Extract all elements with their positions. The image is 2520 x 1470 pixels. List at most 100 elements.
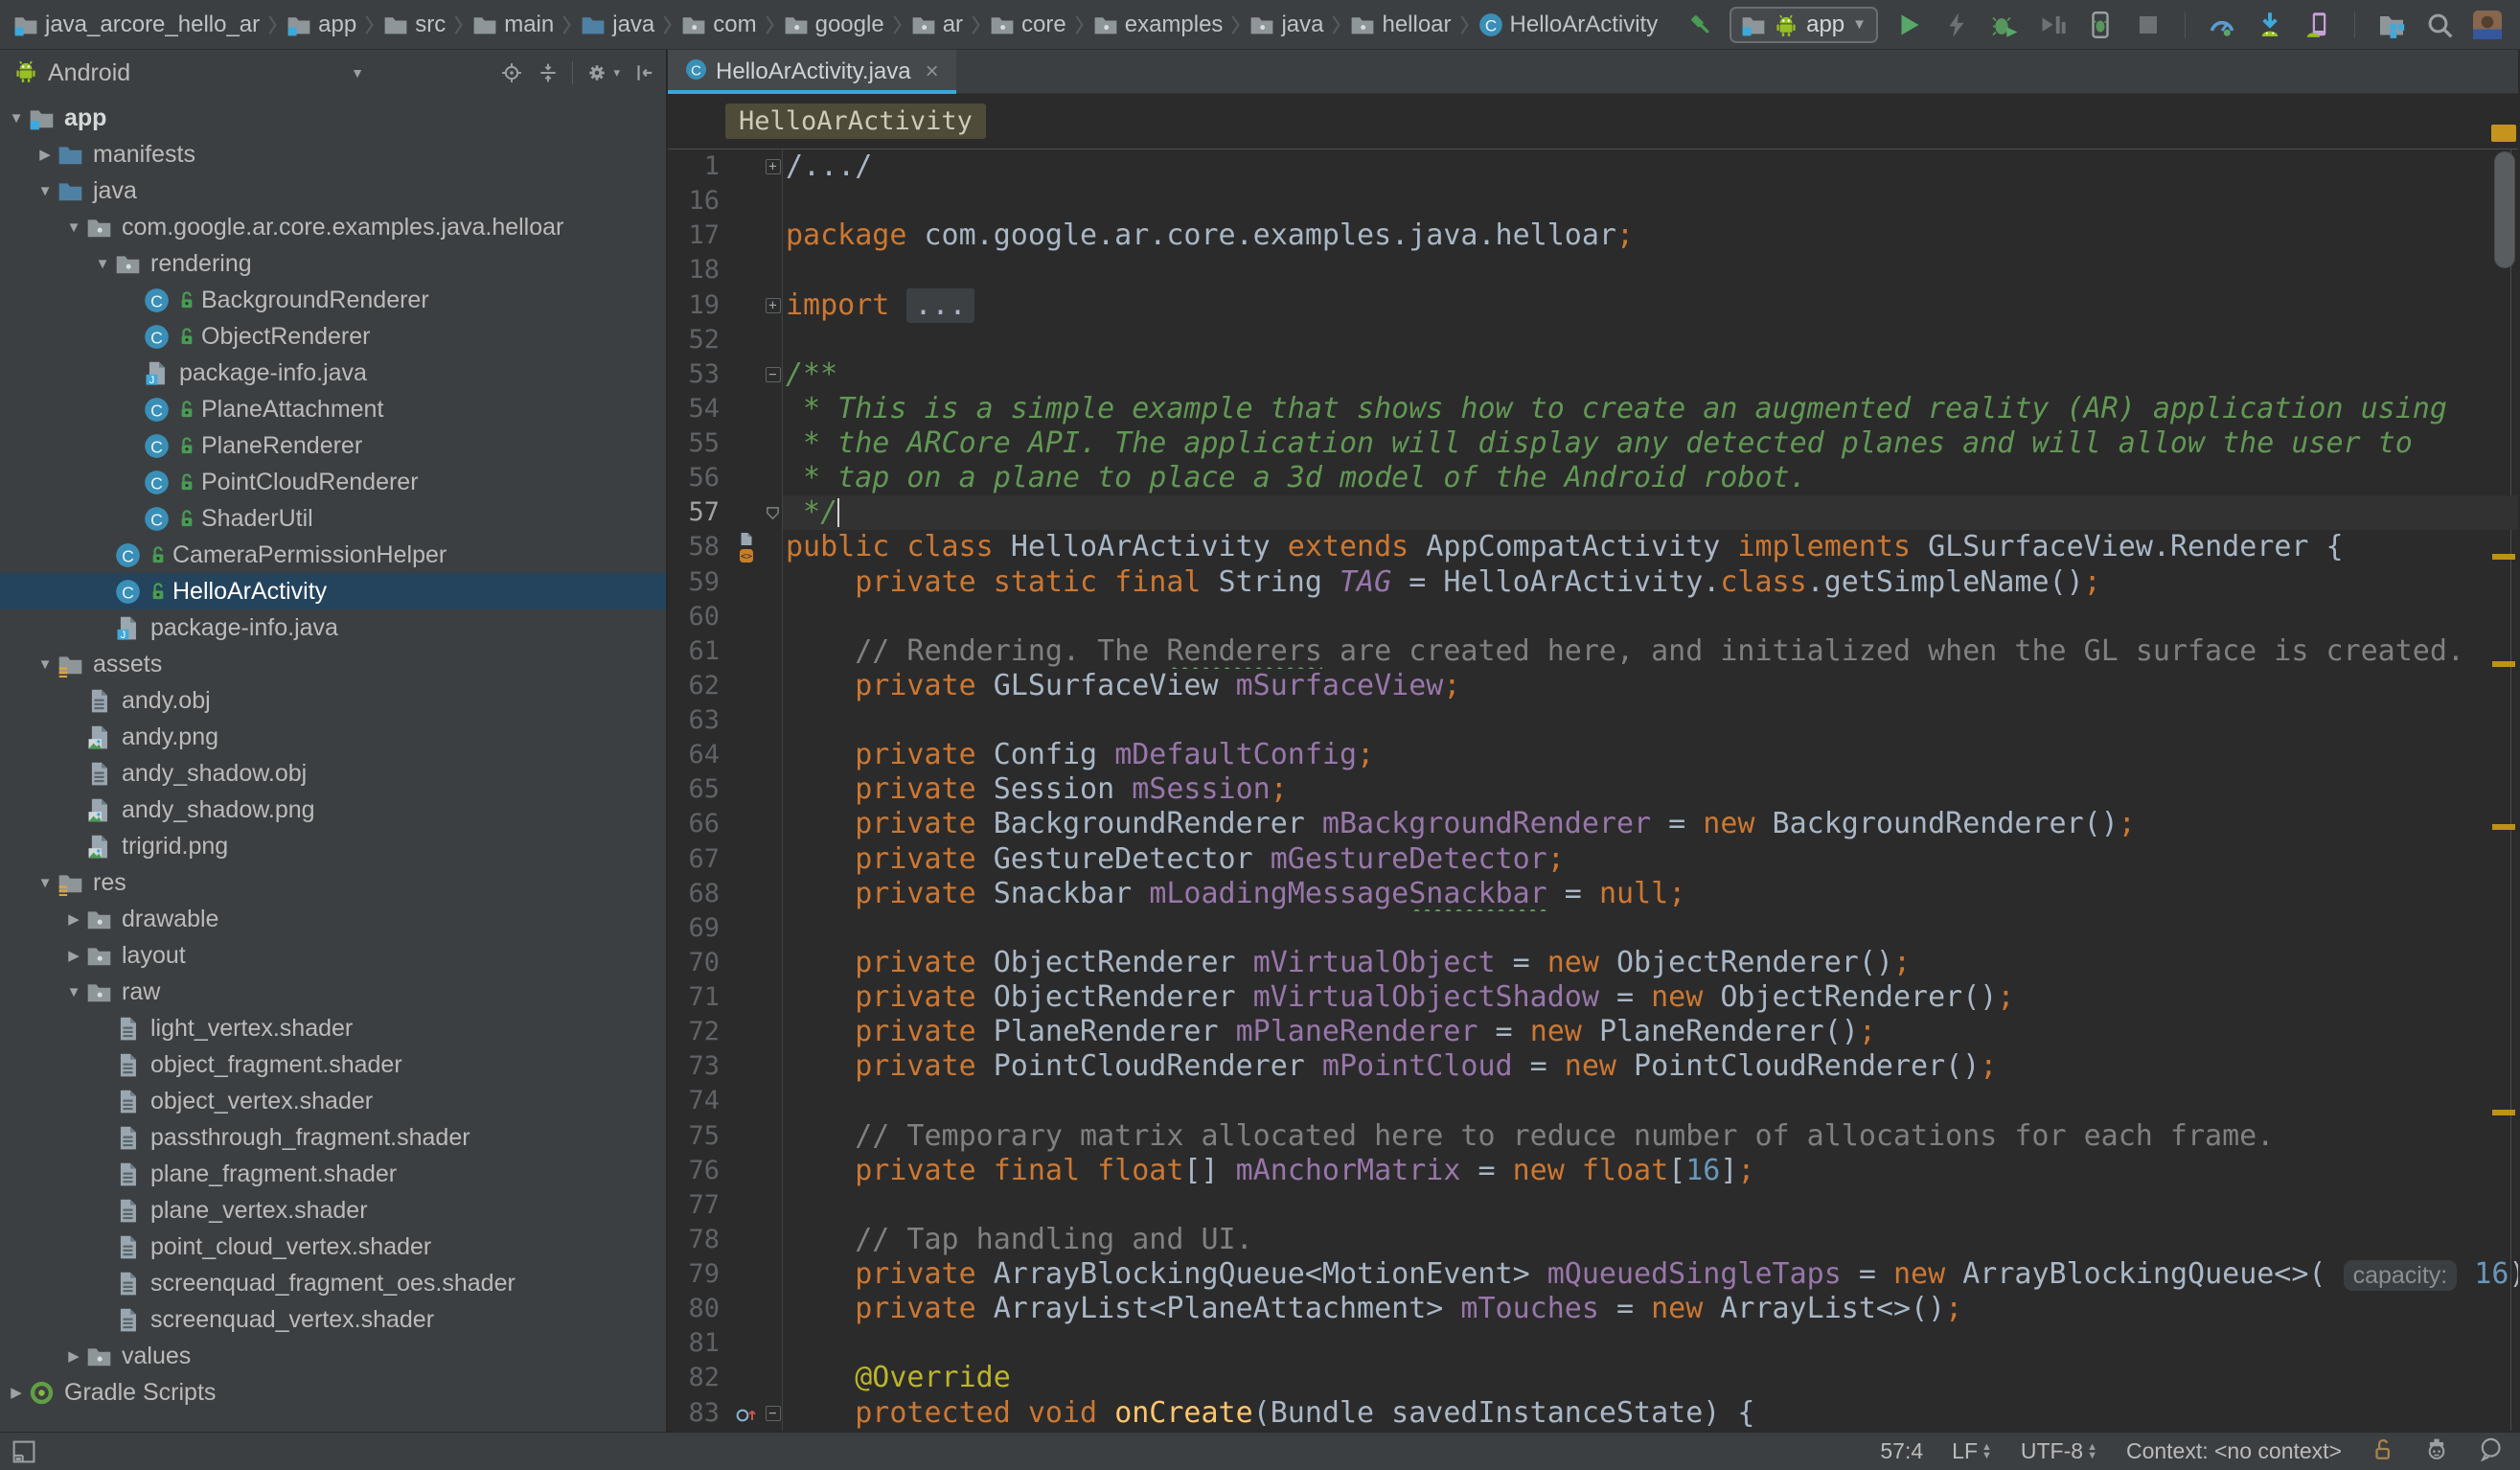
tree-item-layout[interactable]: ▶layout	[0, 937, 666, 974]
tree-item-pointcloudrenderer[interactable]: CPointCloudRenderer	[0, 464, 666, 500]
profile-button[interactable]	[2035, 8, 2070, 42]
apply-changes-button[interactable]	[1939, 8, 1974, 42]
breadcrumb-item-app[interactable]: app	[286, 11, 356, 38]
chevron-collapsed-icon[interactable]: ▶	[4, 1384, 29, 1401]
tree-item-andy-png[interactable]: andy.png	[0, 719, 666, 755]
tree-item-app[interactable]: ▼app	[0, 100, 666, 136]
tree-item-raw[interactable]: ▼raw	[0, 974, 666, 1010]
tree-item-andy-shadow-obj[interactable]: andy_shadow.obj	[0, 755, 666, 792]
fold-marker[interactable]: +	[764, 288, 783, 323]
search-everywhere-button[interactable]	[2422, 8, 2457, 42]
tree-item-camerapermissionhelper[interactable]: CCameraPermissionHelper	[0, 537, 666, 573]
feedback-bubble-icon[interactable]	[2478, 1436, 2503, 1467]
tool-window-switcher[interactable]	[0, 1439, 36, 1464]
chevron-expanded-icon[interactable]: ▼	[33, 183, 57, 199]
collapse-all-button[interactable]	[536, 60, 561, 85]
tree-item-package-info-java[interactable]: Jpackage-info.java	[0, 609, 666, 646]
tree-item-values[interactable]: ▶values	[0, 1338, 666, 1374]
code-editor[interactable]: 1+/.../1617package com.google.ar.core.ex…	[668, 149, 2518, 1431]
tree-item-drawable[interactable]: ▶drawable	[0, 901, 666, 937]
breadcrumb-item-helloar[interactable]: helloar	[1350, 11, 1451, 38]
warning-stripe-marker[interactable]	[2492, 824, 2515, 830]
breadcrumb-item-google[interactable]: google	[784, 11, 884, 38]
stop-button[interactable]	[2131, 8, 2165, 42]
gutter-class-icon[interactable]: <>	[729, 530, 764, 564]
locate-button[interactable]	[499, 60, 524, 85]
chevron-down-icon[interactable]: ▼	[351, 65, 364, 80]
debug-button[interactable]	[1987, 8, 2022, 42]
breadcrumb-item-com[interactable]: com	[681, 11, 756, 38]
tree-item-andy-shadow-png[interactable]: andy_shadow.png	[0, 792, 666, 828]
chevron-expanded-icon[interactable]: ▼	[33, 656, 57, 673]
fold-marker[interactable]: −	[764, 357, 783, 392]
tree-item-planerenderer[interactable]: CPlaneRenderer	[0, 427, 666, 464]
tree-item-gradle-scripts[interactable]: ▶Gradle Scripts	[0, 1374, 666, 1411]
lock-open-icon[interactable]	[2371, 1436, 2395, 1467]
tree-item-plane-fragment-shader[interactable]: plane_fragment.shader	[0, 1156, 666, 1192]
tree-item-res[interactable]: ▼res	[0, 864, 666, 901]
warning-stripe-marker[interactable]	[2492, 661, 2515, 667]
tree-item-backgroundrenderer[interactable]: CBackgroundRenderer	[0, 282, 666, 318]
breadcrumb-item-java_arcore_hello_ar[interactable]: java_arcore_hello_ar	[13, 11, 260, 38]
chevron-expanded-icon[interactable]: ▼	[90, 256, 115, 272]
project-structure-button[interactable]	[2374, 8, 2409, 42]
breadcrumb-item-examples[interactable]: examples	[1093, 11, 1224, 38]
breadcrumb-item-java[interactable]: java	[1249, 11, 1323, 38]
tree-item-helloaractivity[interactable]: CHelloArActivity	[0, 573, 666, 609]
gutter-override-icon[interactable]	[729, 1396, 764, 1431]
tree-item-object-fragment-shader[interactable]: object_fragment.shader	[0, 1046, 666, 1083]
close-icon[interactable]: ×	[926, 58, 939, 85]
line-ending-widget[interactable]: LF ▲▼	[1952, 1438, 1992, 1464]
chevron-collapsed-icon[interactable]: ▶	[61, 910, 86, 928]
chevron-expanded-icon[interactable]: ▼	[4, 110, 29, 126]
warning-stripe-marker[interactable]	[2492, 554, 2515, 560]
chevron-expanded-icon[interactable]: ▼	[33, 875, 57, 891]
context-widget[interactable]: Context: <no context>	[2126, 1438, 2342, 1464]
chevron-collapsed-icon[interactable]: ▶	[33, 146, 57, 163]
tree-item-trigrid-png[interactable]: trigrid.png	[0, 828, 666, 864]
tree-item-rendering[interactable]: ▼rendering	[0, 245, 666, 282]
avd-manager-button[interactable]	[2301, 8, 2335, 42]
hide-panel-button[interactable]	[631, 60, 656, 85]
chevron-expanded-icon[interactable]: ▼	[61, 984, 86, 1000]
chevron-expanded-icon[interactable]: ▼	[61, 219, 86, 236]
attach-debugger-button[interactable]	[2083, 8, 2118, 42]
tree-item-assets[interactable]: ▼assets	[0, 646, 666, 682]
run-button[interactable]	[1891, 8, 1926, 42]
build-button[interactable]	[1682, 8, 1716, 42]
breadcrumb-item-src[interactable]: src	[383, 11, 446, 38]
tree-item-passthrough-fragment-shader[interactable]: passthrough_fragment.shader	[0, 1119, 666, 1156]
tree-item-manifests[interactable]: ▶manifests	[0, 136, 666, 172]
tree-item-planeattachment[interactable]: CPlaneAttachment	[0, 391, 666, 427]
tree-item-andy-obj[interactable]: andy.obj	[0, 682, 666, 719]
sdk-manager-button[interactable]	[2253, 8, 2287, 42]
tree-item-package-info-java[interactable]: Jpackage-info.java	[0, 355, 666, 391]
breadcrumb-item-main[interactable]: main	[472, 11, 554, 38]
chevron-collapsed-icon[interactable]: ▶	[61, 947, 86, 964]
caret-position-widget[interactable]: 57:4	[1880, 1438, 1923, 1464]
tree-item-plane-vertex-shader[interactable]: plane_vertex.shader	[0, 1192, 666, 1229]
breadcrumb-class-chip[interactable]: HelloArActivity	[725, 103, 986, 139]
tab-helloaractivity[interactable]: C HelloArActivity.java ×	[668, 50, 956, 94]
tree-item-java[interactable]: ▼java	[0, 172, 666, 209]
breadcrumb-item-java[interactable]: java	[581, 11, 654, 38]
user-avatar[interactable]	[2470, 8, 2505, 42]
run-config-selector[interactable]: app▼	[1730, 7, 1878, 43]
inspection-status-indicator[interactable]	[2491, 125, 2516, 142]
tree-item-screenquad-vertex-shader[interactable]: screenquad_vertex.shader	[0, 1301, 666, 1338]
editor-scrollbar-thumb[interactable]	[2494, 151, 2515, 268]
breadcrumb-item-core[interactable]: core	[990, 11, 1066, 38]
encoding-widget[interactable]: UTF-8 ▲▼	[2021, 1438, 2097, 1464]
settings-gear-button[interactable]	[584, 60, 609, 85]
project-view-selector[interactable]: Android	[48, 59, 130, 87]
fold-marker[interactable]: +	[764, 149, 783, 184]
tree-item-point-cloud-vertex-shader[interactable]: point_cloud_vertex.shader	[0, 1229, 666, 1265]
tree-item-light-vertex-shader[interactable]: light_vertex.shader	[0, 1010, 666, 1046]
fold-marker[interactable]	[764, 495, 783, 530]
breadcrumb-item-ar[interactable]: ar	[911, 11, 963, 38]
tree-item-screenquad-fragment-oes-shader[interactable]: screenquad_fragment_oes.shader	[0, 1265, 666, 1301]
tree-item-shaderutil[interactable]: CShaderUtil	[0, 500, 666, 537]
chevron-collapsed-icon[interactable]: ▶	[61, 1347, 86, 1365]
fold-marker[interactable]: −	[764, 1396, 783, 1431]
tree-item-objectrenderer[interactable]: CObjectRenderer	[0, 318, 666, 355]
